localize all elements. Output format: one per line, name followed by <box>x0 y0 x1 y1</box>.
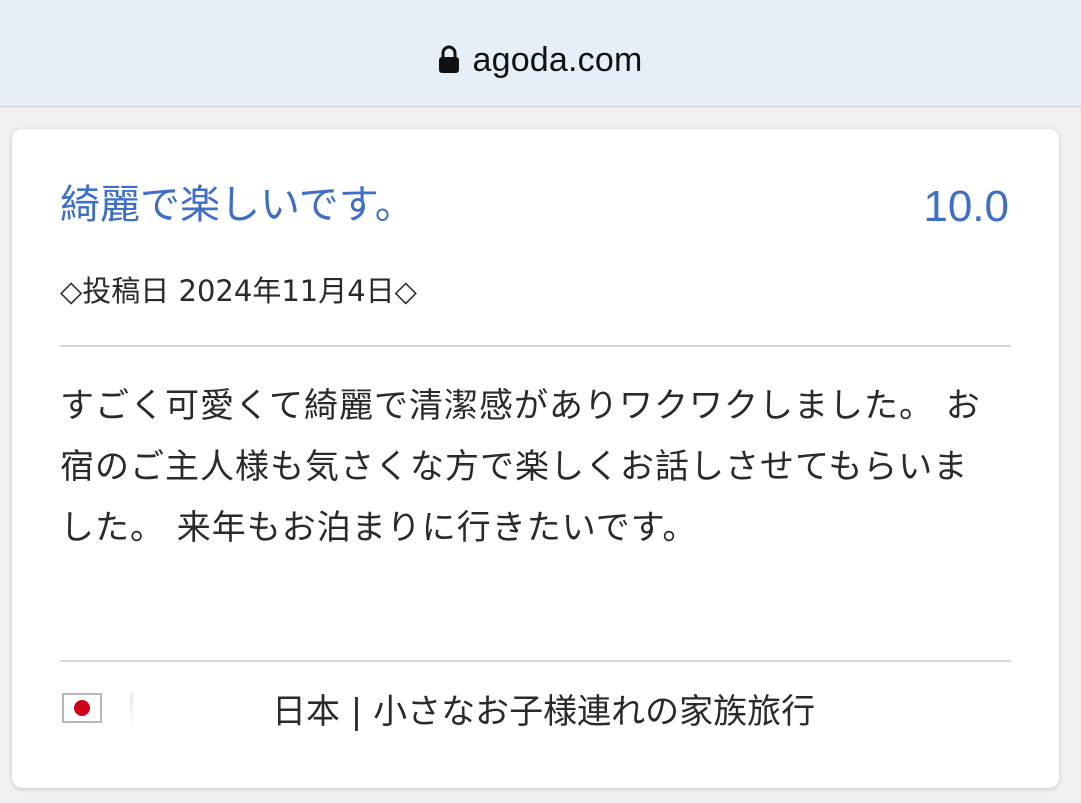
reviewer-name <box>130 693 133 731</box>
divider <box>60 660 1011 662</box>
reviewer-row: 日本 | 小さなお子様連れの家族旅行 <box>60 687 1011 737</box>
review-post-date: ◇投稿日 2024年11月4日◇ <box>60 274 417 308</box>
divider <box>60 345 1011 347</box>
reviewer-info: 日本 | 小さなお子様連れの家族旅行 <box>272 692 816 732</box>
review-title: 綺麗で楽しいです。 <box>60 182 415 228</box>
url-display[interactable]: agoda.com <box>0 38 1081 82</box>
review-card: 綺麗で楽しいです。 10.0 ◇投稿日 2024年11月4日◇ すごく可愛くて綺… <box>12 129 1059 788</box>
lock-icon <box>439 45 460 73</box>
review-score: 10.0 <box>923 182 1009 231</box>
browser-address-bar[interactable]: agoda.com <box>0 0 1081 107</box>
review-body: すごく可愛くて綺麗で清潔感がありワクワクしました。 お宿のご主人様も気さくな方で… <box>60 386 981 548</box>
url-text: agoda.com <box>472 40 643 79</box>
japan-flag-icon <box>62 693 102 723</box>
